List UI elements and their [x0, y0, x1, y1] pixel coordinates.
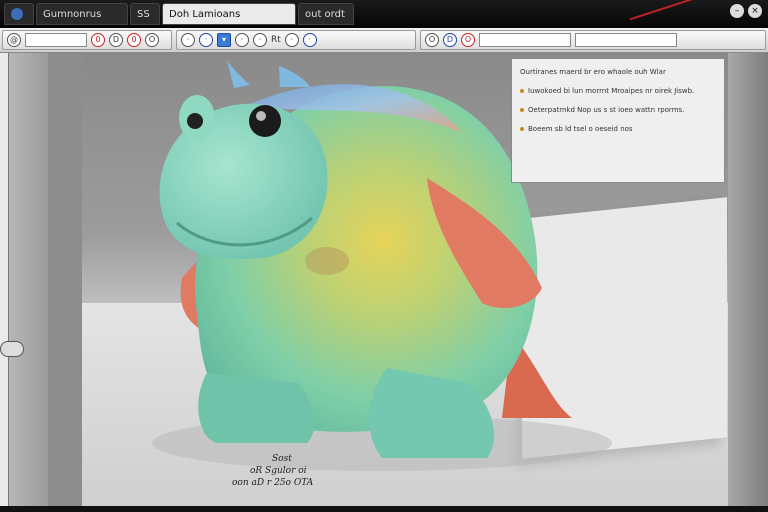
toolbar-group-middle: · · ▾ · · Rt · ·	[176, 30, 416, 50]
creature-eye-right	[249, 105, 281, 137]
close-icon[interactable]: ×	[748, 4, 762, 18]
caption-line-1: Sost	[272, 454, 292, 464]
left-rail[interactable]	[0, 53, 9, 512]
note-item-1: Iuwokoed bi lun morrnt Mroaipes nr oirek…	[520, 86, 716, 97]
toolbar-icon-9[interactable]: ·	[253, 33, 267, 47]
note-item-2: Oeterpatrnkd Nop us s st ioeo wattn rpor…	[520, 105, 716, 116]
toolbar-icon-5[interactable]: O	[145, 33, 159, 47]
bottom-bar	[0, 506, 768, 512]
app-logo-icon	[11, 8, 23, 20]
left-slider-knob[interactable]	[0, 341, 24, 357]
left-strip	[48, 53, 83, 512]
toolbar-icon-10[interactable]: ·	[284, 33, 299, 47]
title-tab-1[interactable]: Gumnonrus	[36, 3, 128, 25]
annotation-note: Ourtiranes maerd br ero whaole ouh Wlar …	[511, 58, 725, 183]
toolbar-icon-13[interactable]: D	[443, 33, 457, 47]
main-toolbar: @ 0 D 0 O · · ▾ · · Rt · · O D O	[0, 28, 768, 53]
toolbar-field[interactable]	[25, 33, 87, 47]
caption-line-2: oR Sgulor oi	[250, 466, 307, 476]
selected-tool-icon[interactable]: ▾	[217, 33, 231, 47]
title-tab-3-active[interactable]: Doh Lamioans	[162, 3, 296, 25]
window-titlebar: Gumnonrus SS Doh Lamioans out ordt – ×	[0, 0, 768, 28]
right-panel	[728, 53, 768, 512]
minimize-icon[interactable]: –	[730, 4, 744, 18]
toolbar-icon-8[interactable]: ·	[235, 33, 249, 47]
3d-viewport[interactable]: Ourtiranes maerd br ero whaole ouh Wlar …	[82, 53, 728, 506]
toolbar-icon-1[interactable]: @	[7, 33, 21, 47]
toolbar-slider[interactable]	[575, 33, 677, 47]
decorative-line	[629, 0, 707, 21]
toolbar-icon-3[interactable]: D	[109, 33, 123, 47]
front-leg-left	[198, 373, 315, 443]
toolbar-icon-12[interactable]: O	[425, 33, 439, 47]
title-tab-2[interactable]: SS	[130, 3, 160, 25]
toolbar-icon-11[interactable]: ·	[302, 33, 317, 47]
note-item-3: Boeem sb ld tsel o oeseid nos	[520, 124, 716, 135]
creature-eye-left	[187, 113, 203, 129]
toolbar-group-right: O D O	[420, 30, 766, 50]
body-spot	[305, 247, 349, 275]
toolbar-search-field[interactable]	[479, 33, 571, 47]
toolbar-group-left: @ 0 D 0 O	[2, 30, 172, 50]
toolbar-icon-4[interactable]: 0	[127, 33, 141, 47]
left-panel	[0, 53, 49, 512]
spike-1	[227, 60, 250, 88]
note-intro: Ourtiranes maerd br ero whaole ouh Wlar	[520, 68, 666, 76]
toolbar-icon-14[interactable]: O	[461, 33, 475, 47]
toolbar-icon-2[interactable]: 0	[91, 33, 105, 47]
spike-2	[279, 66, 310, 87]
title-tab-4[interactable]: out ordt	[298, 3, 354, 25]
toolbar-icon-7[interactable]: ·	[199, 33, 213, 47]
toolbar-icon-6[interactable]: ·	[181, 33, 195, 47]
signature-caption: Sost oR Sgulor oi oon aD r 25o OTA	[232, 453, 362, 489]
caption-line-3: oon aD r 25o OTA	[232, 478, 314, 488]
toolbar-middle-label: Rt	[271, 35, 281, 45]
app-logo-tab[interactable]	[4, 3, 34, 25]
